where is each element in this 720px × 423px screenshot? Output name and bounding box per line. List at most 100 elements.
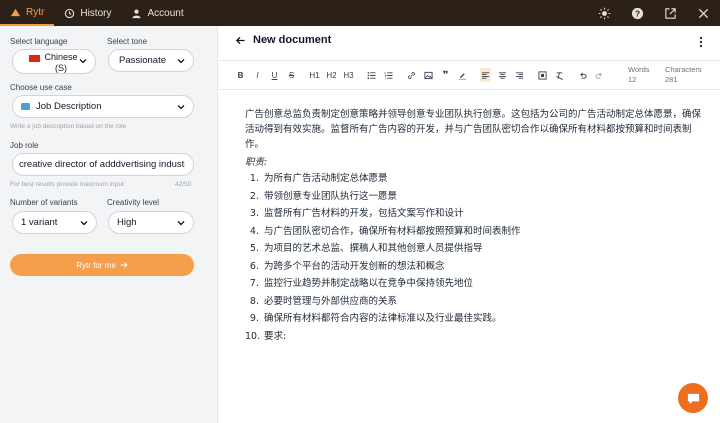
rytr-logo-icon (10, 8, 21, 16)
italic-button[interactable]: I (252, 68, 263, 82)
use-case-hint: Write a job description based on the rol… (10, 123, 127, 130)
list-number: 1. (249, 173, 259, 185)
tab-rytr[interactable]: Rytr (0, 0, 55, 26)
document-body[interactable]: 广告创意总监负责制定创意策略并领导创意专业团队执行创意。这包括为公司的广告活动制… (245, 107, 705, 345)
list-text: 为项目的艺术总监、撰稿人和其他创意人员提供指导 (264, 243, 483, 255)
list-text: 要求: (264, 330, 287, 342)
sun-icon[interactable] (598, 7, 611, 20)
list-item: 2. 带领创意专业团队执行这一愿景 (245, 188, 705, 206)
variants-select[interactable]: 1 variant (12, 211, 97, 234)
rytr-for-me-label: Rytr for me (76, 260, 116, 270)
list-number: 5. (249, 243, 259, 255)
creativity-select[interactable]: High (108, 211, 194, 234)
close-icon[interactable] (697, 7, 710, 20)
editor-panel: New document B I U S H1 H2 H3 ❞ Words 12 (219, 26, 720, 423)
job-role-input[interactable]: creative director of adddvertising indus… (12, 153, 194, 176)
list-number: 3. (249, 208, 259, 220)
back-arrow-icon[interactable] (235, 35, 246, 46)
heading1-button[interactable]: H1 (309, 68, 320, 82)
redo-icon[interactable] (594, 68, 605, 82)
china-flag-icon (29, 55, 40, 62)
align-right-icon[interactable] (514, 68, 525, 82)
history-icon (65, 8, 75, 18)
list-item: 10. 要求: (245, 328, 705, 346)
tone-select[interactable]: Passionate (108, 49, 194, 72)
list-text: 监控行业趋势并制定战略以在竞争中保持领先地位 (264, 278, 474, 290)
list-item: 9. 确保所有材料都符合内容的法律标准以及行业最佳实践。 (245, 310, 705, 328)
list-text: 监督所有广告材料的开发，包括文案写作和设计 (264, 208, 464, 220)
arrow-right-icon (120, 262, 128, 268)
list-number: 8. (249, 295, 259, 307)
job-role-counter: 42/50 (175, 181, 192, 188)
bullet-list-icon[interactable] (366, 68, 377, 82)
bold-button[interactable]: B (235, 68, 246, 82)
strikethrough-button[interactable]: S (286, 68, 297, 82)
use-case-label: Choose use case (10, 83, 72, 92)
list-number: 10. (245, 330, 261, 342)
tab-history-label: History (80, 7, 112, 19)
chevron-down-icon (80, 221, 88, 226)
document-title[interactable]: New document (253, 34, 331, 46)
list-number: 4. (249, 225, 259, 237)
chat-support-button[interactable] (678, 383, 708, 413)
tab-rytr-label: Rytr (26, 6, 45, 18)
list-text: 为跨多个平台的活动开发创新的想法和概念 (264, 260, 445, 272)
variants-value: 1 variant (21, 217, 58, 228)
clear-format-icon[interactable] (554, 68, 565, 82)
tone-value: Passionate (119, 55, 167, 66)
briefcase-icon (21, 103, 30, 110)
top-bar: Rytr History Account ? (0, 0, 720, 26)
more-options-icon[interactable] (696, 36, 706, 48)
job-role-value: creative director of adddvertising indus… (19, 159, 185, 170)
list-item: 6. 为跨多个平台的活动开发创新的想法和概念 (245, 258, 705, 276)
duties-heading: 职责: (245, 157, 268, 168)
tab-account[interactable]: Account (121, 0, 193, 26)
svg-text:?: ? (635, 8, 640, 18)
chars-label: Characters (665, 65, 702, 74)
image-icon[interactable] (423, 68, 434, 82)
list-number: 6. (249, 260, 259, 272)
list-text: 带领创意专业团队执行这一愿景 (264, 190, 398, 202)
list-number: 9. (249, 313, 259, 325)
job-role-label: Job role (10, 141, 39, 150)
embed-icon[interactable] (537, 68, 548, 82)
external-link-icon[interactable] (664, 7, 677, 20)
tab-account-label: Account (147, 7, 184, 19)
heading2-button[interactable]: H2 (326, 68, 337, 82)
duties-list: 1. 为所有广告活动制定总体愿景 2. 带领创意专业团队执行这一愿景 3. 监督所有广… (245, 170, 705, 345)
creativity-label: Creativity level (107, 198, 160, 207)
user-icon (132, 9, 142, 18)
highlighter-icon[interactable] (457, 68, 468, 82)
align-left-icon[interactable] (480, 68, 491, 82)
quote-icon[interactable]: ❞ (440, 68, 451, 82)
chars-value: 281 (665, 75, 678, 84)
chevron-down-icon (79, 59, 87, 64)
list-number: 2. (249, 190, 259, 202)
numbered-list-icon[interactable] (383, 68, 394, 82)
undo-icon[interactable] (577, 68, 588, 82)
link-icon[interactable] (406, 68, 417, 82)
list-item: 4. 与广告团队密切合作，确保所有材料都按照预算和时间表制作 (245, 223, 705, 241)
list-number: 7. (249, 278, 259, 290)
words-label: Words (628, 65, 650, 74)
align-center-icon[interactable] (497, 68, 508, 82)
intro-paragraph: 广告创意总监负责制定创意策略并领导创意专业团队执行创意。这包括为公司的广告活动制… (245, 109, 702, 150)
job-role-hint: For best results provide maximum input (10, 181, 124, 188)
tab-history[interactable]: History (54, 0, 121, 26)
list-text: 为所有广告活动制定总体愿景 (264, 173, 388, 185)
list-item: 5. 为项目的艺术总监、撰稿人和其他创意人员提供指导 (245, 240, 705, 258)
heading3-button[interactable]: H3 (343, 68, 354, 82)
chevron-down-icon (177, 105, 185, 110)
list-text: 确保所有材料都符合内容的法律标准以及行业最佳实践。 (264, 313, 502, 325)
variants-label: Number of variants (10, 198, 78, 207)
language-label: Select language (10, 37, 68, 46)
char-count: Characters 281 (665, 65, 702, 85)
language-select[interactable]: Chinese (S) (12, 49, 96, 74)
underline-button[interactable]: U (269, 68, 280, 82)
chevron-down-icon (177, 221, 185, 226)
list-item: 8. 必要时管理与外部供应商的关系 (245, 293, 705, 311)
use-case-select[interactable]: Job Description (12, 95, 194, 118)
rytr-for-me-button[interactable]: Rytr for me (10, 254, 194, 276)
help-icon[interactable]: ? (631, 7, 644, 20)
editor-toolbar: B I U S H1 H2 H3 ❞ Words 12 Characters 2… (219, 60, 720, 90)
